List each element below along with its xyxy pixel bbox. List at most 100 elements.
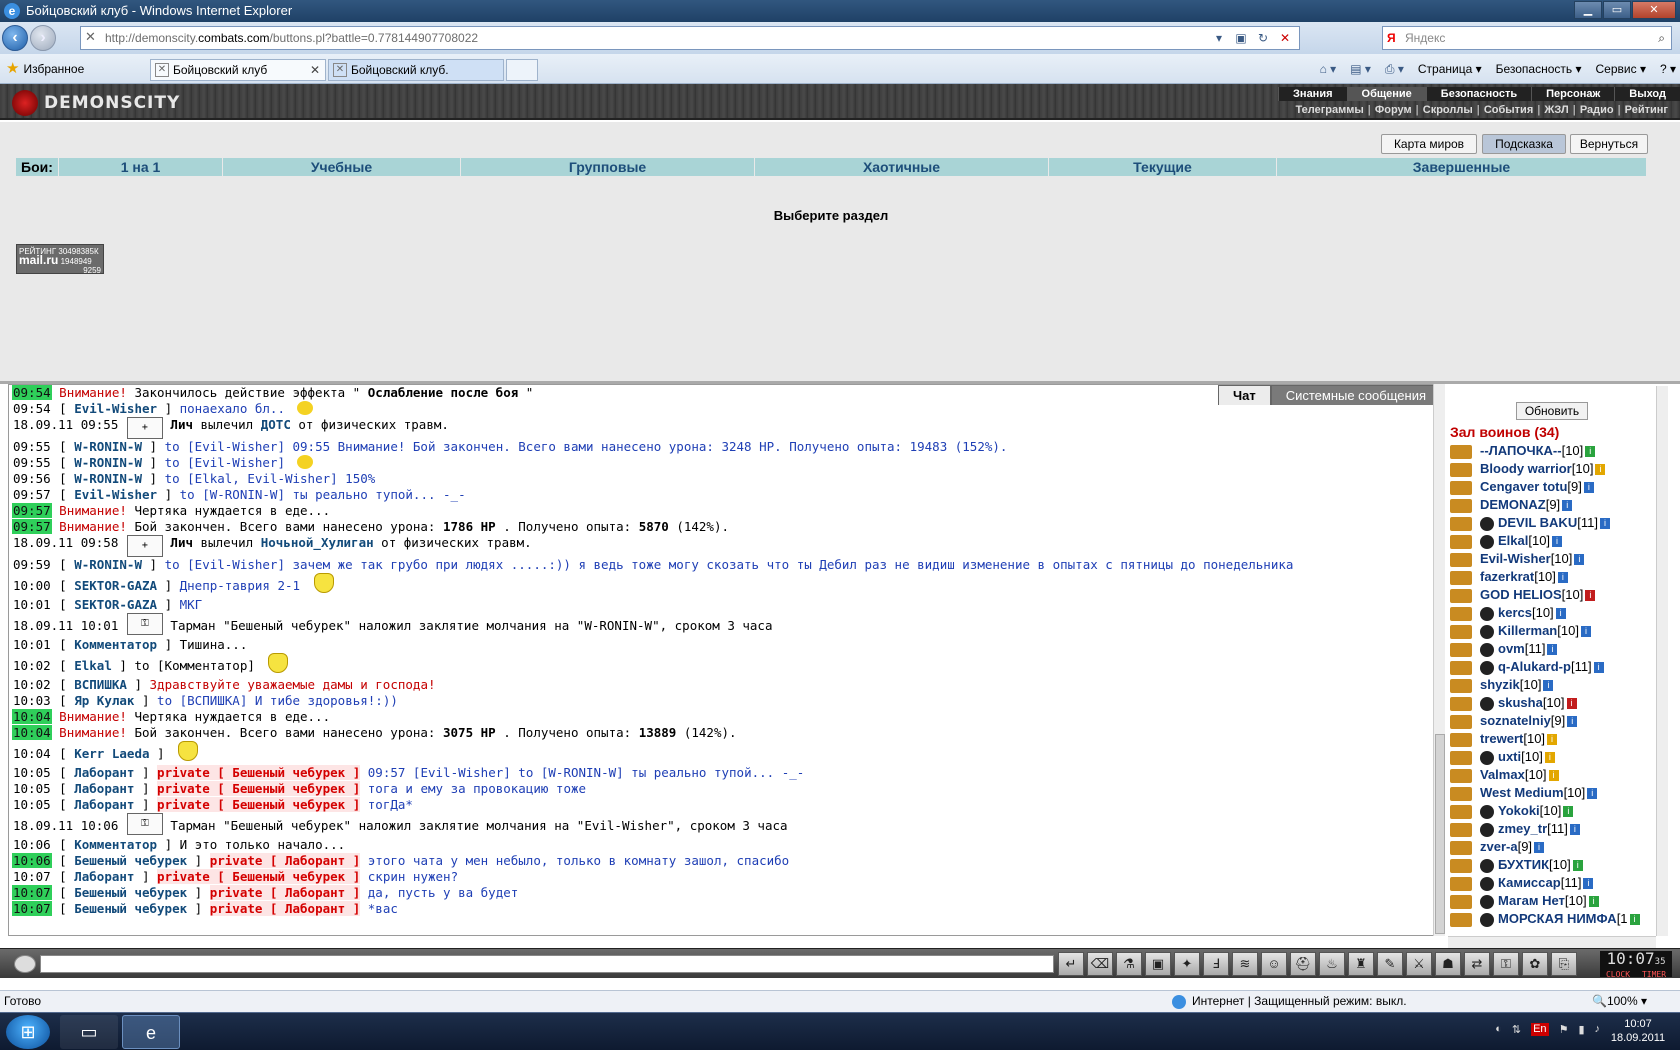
player-info-icon[interactable]: i [1562,500,1573,512]
chat-nick[interactable]: Яр Кулак [74,693,134,708]
zoom-level[interactable]: 🔍100% ▾ [1592,991,1647,1011]
chat-nick[interactable]: W-RONIN-W [74,439,142,454]
chat-timestamp[interactable]: 10:07 [12,901,52,916]
chat-scroll-thumb[interactable] [1435,734,1445,934]
tab-chat[interactable]: Чат [1217,385,1271,405]
chat-nick[interactable]: Evil-Wisher [74,487,157,502]
dropdown-icon[interactable]: ▾ [1211,30,1227,46]
chat-timestamp[interactable]: 10:05 [12,781,52,796]
chat-timestamp[interactable]: 18.09.11 09:55 [12,417,119,432]
chat-scrollbar[interactable] [1433,384,1445,936]
chat-timestamp[interactable]: 10:04 [12,725,52,740]
player-name[interactable]: kercs [1498,605,1532,620]
lock-icon[interactable]: ⚿ [1493,952,1519,976]
nav-telegrams[interactable]: Телеграммы [1291,103,1367,117]
tab-training[interactable]: Учебные [222,158,460,176]
player-info-icon[interactable]: i [1543,680,1554,692]
player-name[interactable]: DEMONAZ [1480,497,1546,512]
maximize-button[interactable]: ▭ [1603,1,1631,19]
nav-scrolls[interactable]: Скроллы [1419,103,1477,117]
start-button[interactable]: ⊞ [6,1015,50,1049]
player-info-icon[interactable]: i [1548,770,1559,782]
chat-nick[interactable]: W-RONIN-W [74,455,142,470]
player-name[interactable]: GOD HELIOS [1480,587,1562,602]
chat-nick[interactable]: Бешеный чебурек [74,901,187,916]
chat-timestamp[interactable]: 09:57 [12,519,52,534]
private-message-icon[interactable] [1450,768,1472,783]
send-icon[interactable]: ↵ [1058,952,1084,976]
transfer-icon[interactable]: ⇄ [1464,952,1490,976]
private-message-icon[interactable] [1450,498,1472,513]
player-name[interactable]: ovm [1498,641,1525,656]
chat-timestamp[interactable]: 10:04 [12,746,52,761]
chat-timestamp[interactable]: 09:57 [12,487,52,502]
scroll-icon[interactable]: ✎ [1377,952,1403,976]
nav-zhzl[interactable]: ЖЗЛ [1540,103,1572,117]
nav-forum[interactable]: Форум [1371,103,1416,117]
player-name[interactable]: soznatelniy [1480,713,1551,728]
private-message-icon[interactable] [1450,858,1472,873]
chat-timestamp[interactable]: 18.09.11 09:58 [12,535,119,550]
tab-club-1[interactable]: ✕ Бойцовский клуб ✕ [150,59,326,81]
private-message-icon[interactable] [1450,516,1472,531]
mailru-rating-counter[interactable]: РЕЙТИНГ 30498385К mail.ru 1948949 9259 [16,244,104,275]
forward-button[interactable]: › [30,25,56,51]
private-message-icon[interactable] [1450,570,1472,585]
player-info-icon[interactable]: i [1552,536,1563,548]
player-info-icon[interactable]: i [1583,878,1594,890]
chat-nick[interactable]: SEKTOR-GAZA [74,597,157,612]
player-name[interactable]: DEVIL BAKU [1498,515,1577,530]
chat-nick[interactable]: Бешеный чебурек [74,853,187,868]
player-info-icon[interactable]: i [1574,554,1585,566]
player-info-icon[interactable]: i [1534,842,1545,854]
chat-timestamp[interactable]: 09:57 [12,503,52,518]
close-button[interactable]: ✕ [1632,1,1676,19]
explorer-taskbar-icon[interactable]: ▭ [60,1015,118,1049]
chat-nick[interactable]: ВСПИШКА [74,677,127,692]
player-info-icon[interactable]: i [1555,608,1566,620]
nav-radio[interactable]: Радио [1576,103,1618,117]
exit-door-icon[interactable]: ⎘ [1551,952,1577,976]
private-message-icon[interactable] [1450,750,1472,765]
chat-nick[interactable]: W-RONIN-W [74,557,142,572]
chat-timestamp[interactable]: 10:02 [12,658,52,673]
player-info-icon[interactable]: i [1585,590,1596,602]
timer-label[interactable]: TIMER [1642,971,1666,979]
chat-nick[interactable]: Elkal [74,658,112,673]
private-message-icon[interactable] [1450,552,1472,567]
home-icon[interactable]: ⌂ ▾ [1320,60,1337,78]
chat-nick[interactable]: Бешеный чебурек [74,885,187,900]
private-message-icon[interactable] [1450,804,1472,819]
private-message-icon[interactable] [1450,696,1472,711]
chat-nick[interactable]: Kerr Laeda [74,746,149,761]
chat-timestamp[interactable]: 10:02 [12,677,52,692]
player-name[interactable]: Камиссар [1498,875,1561,890]
back-button[interactable]: ‹ [2,25,28,51]
player-name[interactable]: skusha [1498,695,1543,710]
refresh-icon[interactable]: ↻ [1255,30,1271,46]
hall-scrollbar[interactable] [1656,386,1668,936]
chat-nick[interactable]: ДОТС [261,417,291,432]
private-target[interactable]: private [ Бешеный чебурек ] [157,781,361,796]
private-target[interactable]: private [ Бешеный чебурек ] [157,797,361,812]
private-message-icon[interactable] [1450,840,1472,855]
security-zone[interactable]: Интернет | Защищенный режим: выкл. [1172,991,1407,1011]
player-name[interactable]: Elkal [1498,533,1528,548]
chat-timestamp[interactable]: 10:03 [12,693,52,708]
private-message-icon[interactable] [1450,822,1472,837]
chat-nick[interactable]: Комментатор [74,637,157,652]
chat-timestamp[interactable]: 09:55 [12,455,52,470]
mask-icon[interactable]: ☗ [1435,952,1461,976]
nav-security[interactable]: Безопасность [1425,87,1531,101]
private-message-icon[interactable] [1450,642,1472,657]
ie-taskbar-icon[interactable]: e [122,1015,180,1049]
world-map-button[interactable]: Карта миров [1381,134,1477,154]
nav-character[interactable]: Персонаж [1531,87,1614,101]
helmet-icon[interactable]: ⛑ [1290,952,1316,976]
tab-one-on-one[interactable]: 1 на 1 [58,158,222,176]
chat-timestamp[interactable]: 09:55 [12,439,52,454]
stop-icon[interactable]: ✕ [1277,30,1293,46]
player-name[interactable]: Killerman [1498,623,1557,638]
player-info-icon[interactable]: i [1587,788,1598,800]
shield-icon[interactable]: ◐ [1495,1023,1502,1036]
